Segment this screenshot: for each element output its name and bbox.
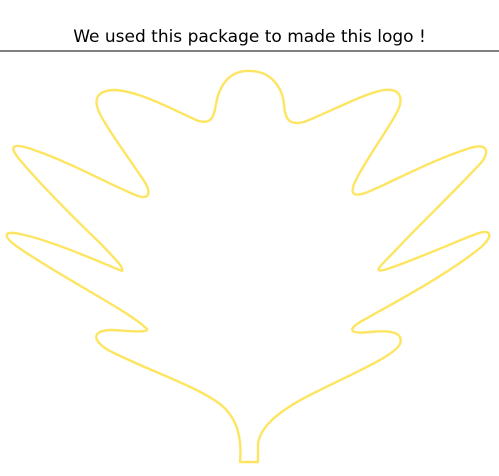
chart-plot-area xyxy=(0,50,499,464)
leaf-outline-series xyxy=(5,69,491,464)
